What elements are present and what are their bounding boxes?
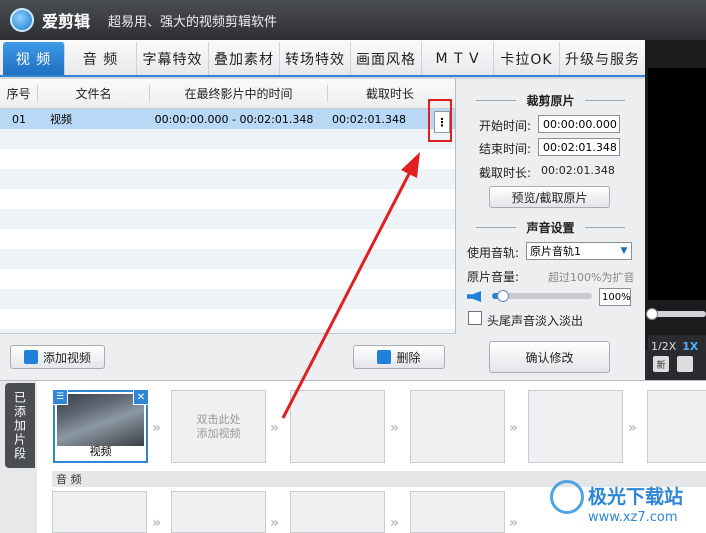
table-row-empty bbox=[0, 309, 455, 329]
preview-screen bbox=[648, 68, 706, 300]
add-video-button[interactable]: 添加视频 bbox=[10, 345, 105, 369]
preview-trim-button[interactable]: 预览/截取原片 bbox=[489, 186, 610, 208]
start-time-input[interactable]: 00:00:00.000 bbox=[538, 115, 620, 133]
tab-upgrade[interactable]: 升级与服务 bbox=[560, 42, 645, 75]
add-video-slot[interactable]: 双击此处 添加视频 bbox=[171, 390, 266, 463]
added-clips-tab[interactable]: 已添加片段 bbox=[5, 383, 35, 468]
tab-karaoke[interactable]: 卡拉OK bbox=[494, 42, 560, 75]
new-icon[interactable]: 新 bbox=[653, 356, 669, 372]
transition-arrow-icon[interactable]: » bbox=[152, 420, 170, 436]
app-logo-icon bbox=[10, 8, 34, 32]
transition-arrow-icon[interactable]: » bbox=[270, 420, 288, 436]
fade-label: 头尾声音淡入淡出 bbox=[487, 314, 584, 328]
table-row-empty bbox=[0, 189, 455, 209]
timeline-clip[interactable]: 视频 ☰ ✕ bbox=[52, 389, 149, 463]
audio-section-title: 声音设置 bbox=[456, 219, 645, 236]
add-hint-line2: 添加视频 bbox=[196, 426, 241, 440]
app-name: 爱剪辑 bbox=[42, 12, 91, 31]
transition-arrow-icon: » bbox=[270, 515, 280, 531]
table-row-empty bbox=[0, 209, 455, 229]
tab-transitions[interactable]: 转场特效 bbox=[280, 42, 351, 75]
preview-side-buttons: 新 bbox=[645, 350, 706, 380]
end-time-label: 结束时间: bbox=[479, 142, 532, 156]
table-row[interactable]: 01 视频 00:00:00.000 - 00:02:01.348 00:02:… bbox=[0, 109, 455, 129]
close-icon[interactable]: ✕ bbox=[133, 389, 149, 405]
tab-subtitle-effects[interactable]: 字幕特效 bbox=[137, 42, 209, 75]
watermark-url: www.xz7.com bbox=[588, 510, 678, 525]
row-index: 01 bbox=[12, 112, 26, 126]
transition-arrow-icon: » bbox=[152, 515, 162, 531]
empty-clip-slot bbox=[528, 390, 623, 463]
delete-label: 删除 bbox=[396, 350, 421, 365]
trim-duration-label: 截取时长: bbox=[479, 166, 532, 180]
audio-track-select[interactable]: 原片音轨1 ▼ bbox=[526, 242, 632, 260]
audio-track-value: 原片音轨1 bbox=[530, 245, 581, 258]
app-slogan: 超易用、强大的视频剪辑软件 bbox=[108, 14, 278, 30]
row-time-range: 00:00:00.000 - 00:02:01.348 bbox=[154, 112, 314, 126]
tab-overlay[interactable]: 叠加素材 bbox=[209, 42, 280, 75]
empty-clip-slot bbox=[410, 390, 505, 463]
trim-duration-value: 00:02:01.348 bbox=[541, 164, 615, 177]
trim-section-title: 裁剪原片 bbox=[456, 92, 645, 109]
chevron-down-icon: ▼ bbox=[620, 246, 628, 256]
trash-icon bbox=[377, 350, 392, 364]
table-row-empty bbox=[0, 149, 455, 169]
table-row-empty bbox=[0, 229, 455, 249]
clip-list-icon[interactable]: ☰ bbox=[52, 389, 68, 405]
empty-clip-slot bbox=[647, 390, 706, 463]
title-bar: 爱剪辑 超易用、强大的视频剪辑软件 bbox=[0, 0, 706, 40]
transition-arrow-icon[interactable]: » bbox=[390, 420, 408, 436]
audio-slot bbox=[290, 491, 385, 533]
volume-slider-knob[interactable] bbox=[497, 290, 509, 302]
confirm-changes-button[interactable]: 确认修改 bbox=[489, 341, 610, 373]
audio-slot bbox=[52, 491, 147, 533]
table-header: 序号 文件名 在最终影片中的时间 截取时长 bbox=[0, 79, 455, 109]
volume-hint: 超过100%为扩音 bbox=[548, 271, 635, 284]
list-footer: 添加视频 删除 bbox=[0, 333, 456, 380]
add-video-label: 添加视频 bbox=[42, 350, 91, 365]
col-filename: 文件名 bbox=[38, 85, 150, 102]
volume-value-input[interactable]: 100% bbox=[599, 288, 631, 306]
clip-thumbnail bbox=[57, 394, 144, 446]
end-time-input[interactable]: 00:02:01.348 bbox=[538, 138, 620, 156]
progress-knob[interactable] bbox=[646, 308, 658, 320]
preview-panel: 1/2X 1X bbox=[645, 40, 706, 380]
transition-arrow-icon[interactable]: » bbox=[628, 420, 646, 436]
table-row-empty bbox=[0, 249, 455, 269]
row-duration: 00:02:01.348 bbox=[332, 112, 406, 126]
transition-arrow-icon[interactable]: » bbox=[509, 420, 527, 436]
tab-video[interactable]: 视 频 bbox=[3, 42, 65, 75]
start-time-label: 开始时间: bbox=[479, 119, 532, 133]
add-video-icon bbox=[23, 350, 38, 364]
table-row-empty bbox=[0, 129, 455, 149]
row-filename: 视频 bbox=[50, 113, 72, 126]
delete-button[interactable]: 删除 bbox=[353, 345, 445, 369]
transition-arrow-icon: » bbox=[509, 515, 519, 531]
audio-slot bbox=[410, 491, 505, 533]
table-row-empty bbox=[0, 269, 455, 289]
table-row-empty bbox=[0, 169, 455, 189]
fade-checkbox[interactable] bbox=[468, 311, 482, 325]
folder-icon[interactable] bbox=[677, 356, 693, 372]
empty-clip-slot bbox=[290, 390, 385, 463]
add-hint-line1: 双击此处 bbox=[196, 412, 241, 426]
col-time: 在最终影片中的时间 bbox=[150, 85, 328, 102]
highlight-box bbox=[428, 99, 452, 142]
transition-arrow-icon: » bbox=[390, 515, 400, 531]
audio-slot bbox=[171, 491, 266, 533]
tab-mtv[interactable]: M T V bbox=[422, 42, 494, 75]
tab-audio[interactable]: 音 频 bbox=[65, 42, 137, 75]
clip-label: 视频 bbox=[89, 445, 112, 458]
watermark: 极光下载站 www.xz7.com bbox=[550, 478, 706, 533]
main-tabs: 视 频 音 频 字幕特效 叠加素材 转场特效 画面风格 M T V 卡拉OK 升… bbox=[0, 40, 645, 77]
table-row-empty bbox=[0, 289, 455, 309]
watermark-text: 极光下载站 bbox=[588, 486, 684, 508]
tab-style[interactable]: 画面风格 bbox=[351, 42, 422, 75]
watermark-logo-icon bbox=[550, 480, 584, 514]
audio-track-label: 使用音轨: bbox=[467, 246, 520, 260]
col-index: 序号 bbox=[0, 85, 38, 102]
volume-label: 原片音量: bbox=[467, 270, 520, 284]
